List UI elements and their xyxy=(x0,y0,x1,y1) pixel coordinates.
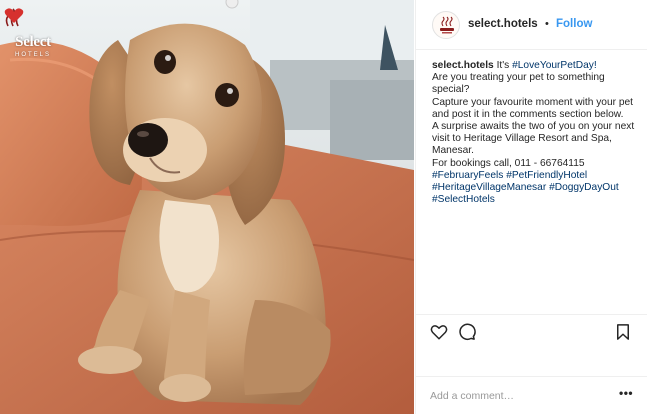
caption-username[interactable]: select.hotels xyxy=(432,60,494,71)
header-separator: • xyxy=(545,18,549,30)
caption-bookings: For bookings call, 011 - 66764115 xyxy=(432,157,585,169)
select-hotels-logo-icon xyxy=(440,16,454,34)
bookmark-icon[interactable] xyxy=(614,323,632,341)
hashtag-link[interactable]: #SelectHotels xyxy=(432,194,495,205)
post-header: select.hotels • Follow xyxy=(416,0,647,50)
hashtag-link[interactable]: #LoveYourPetDay! xyxy=(512,60,597,71)
caption-surprise: A surprise awaits the two of you on your… xyxy=(432,121,635,157)
caption-intro-text: It's xyxy=(496,60,513,71)
comment-bar: ••• xyxy=(416,376,647,414)
select-hotels-watermark: Select HOTELS xyxy=(4,8,62,80)
follow-button[interactable]: Follow xyxy=(556,18,592,30)
hashtag-link[interactable]: #HeritageVillageManesar xyxy=(432,182,546,193)
instagram-post: Select HOTELS select.hotels • Follow sel… xyxy=(0,0,647,414)
hashtag-link[interactable]: #DoggyDayOut xyxy=(549,182,619,193)
hashtag-link[interactable]: #PetFriendlyHotel xyxy=(506,170,587,181)
post-caption: select.hotels It's #LoveYourPetDay! Are … xyxy=(432,60,644,206)
caption-question: Are you treating your pet to something s… xyxy=(432,72,605,96)
watermark-brand-name: Select xyxy=(15,34,51,50)
heart-watermark-icon xyxy=(4,8,24,23)
action-bar xyxy=(416,314,647,346)
caption-intro: select.hotels It's #LoveYourPetDay! xyxy=(432,60,644,72)
caption-capture: Capture your favourite moment with your … xyxy=(432,96,634,120)
speech-bubble-icon[interactable] xyxy=(458,323,476,341)
hashtag-link[interactable]: #FebruaryFeels xyxy=(432,170,503,181)
watermark-brand-subtitle: HOTELS xyxy=(14,52,51,58)
comment-input[interactable] xyxy=(430,388,610,404)
post-photo[interactable]: Select HOTELS xyxy=(0,0,414,414)
puppy-photo-illustration xyxy=(0,0,414,414)
more-options-button[interactable]: ••• xyxy=(619,386,633,400)
caption-hashtags: #FebruaryFeels #PetFriendlyHotel #Herita… xyxy=(432,170,644,207)
post-sidebar: select.hotels • Follow select.hotels It'… xyxy=(415,0,647,414)
heart-outline-icon[interactable] xyxy=(430,323,448,341)
avatar[interactable] xyxy=(432,11,460,39)
header-username[interactable]: select.hotels xyxy=(468,18,538,30)
